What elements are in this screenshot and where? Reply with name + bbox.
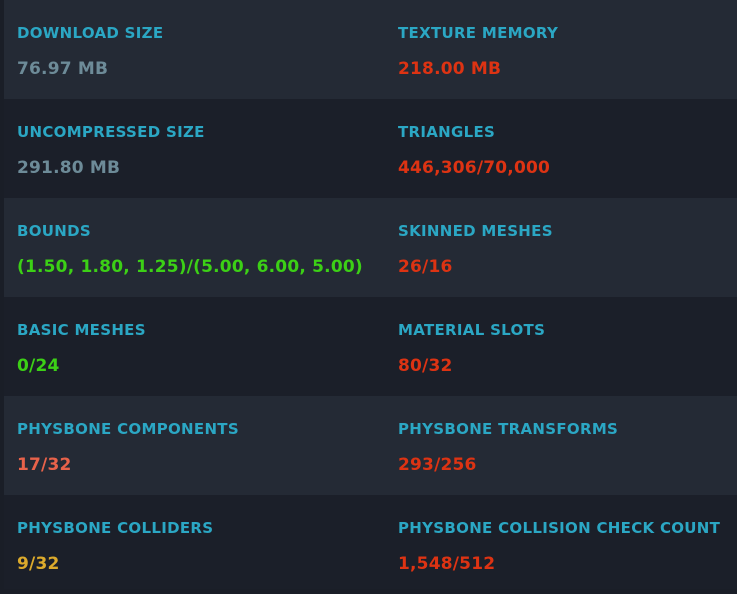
stat-value: 0/24 [17,356,60,376]
stat-label: PHYSBONE COLLISION CHECK COUNT [398,519,721,537]
stat-value: 17/32 [17,455,72,475]
stat-label: TRIANGLES [398,123,496,141]
stat-value: 291.80 MB [17,158,121,178]
stat-label: PHYSBONE COMPONENTS [17,420,239,438]
stat-label: PHYSBONE COLLIDERS [17,519,214,537]
stats-row: PHYSBONE COLLIDERS 9/32 PHYSBONE COLLISI… [4,495,737,589]
stat-label: DOWNLOAD SIZE [17,24,164,42]
stat-label: TEXTURE MEMORY [398,24,559,42]
performance-stats-panel: DOWNLOAD SIZE 76.97 MB TEXTURE MEMORY 21… [4,0,737,589]
stat-label: PHYSBONE TRANSFORMS [398,420,619,438]
stats-row: DOWNLOAD SIZE 76.97 MB TEXTURE MEMORY 21… [4,0,737,99]
stat-label: SKINNED MESHES [398,222,553,240]
stat-value: 9/32 [17,554,60,574]
stats-row: BASIC MESHES 0/24 MATERIAL SLOTS 80/32 [4,297,737,396]
stat-value: 80/32 [398,356,453,376]
stats-row: UNCOMPRESSED SIZE 291.80 MB TRIANGLES 44… [4,99,737,198]
stats-row: PHYSBONE COMPONENTS 17/32 PHYSBONE TRANS… [4,396,737,495]
stat-value: 1,548/512 [398,554,496,574]
stat-value: (1.50, 1.80, 1.25)/(5.00, 6.00, 5.00) [17,257,363,277]
stat-value: 293/256 [398,455,477,475]
stat-value: 26/16 [398,257,453,277]
stat-value: 446,306/70,000 [398,158,551,178]
stat-value: 76.97 MB [17,59,109,79]
stat-label: MATERIAL SLOTS [398,321,546,339]
stat-label: BASIC MESHES [17,321,146,339]
stat-value: 218.00 MB [398,59,502,79]
stat-label: BOUNDS [17,222,91,240]
stats-row: BOUNDS (1.50, 1.80, 1.25)/(5.00, 6.00, 5… [4,198,737,297]
stat-label: UNCOMPRESSED SIZE [17,123,205,141]
